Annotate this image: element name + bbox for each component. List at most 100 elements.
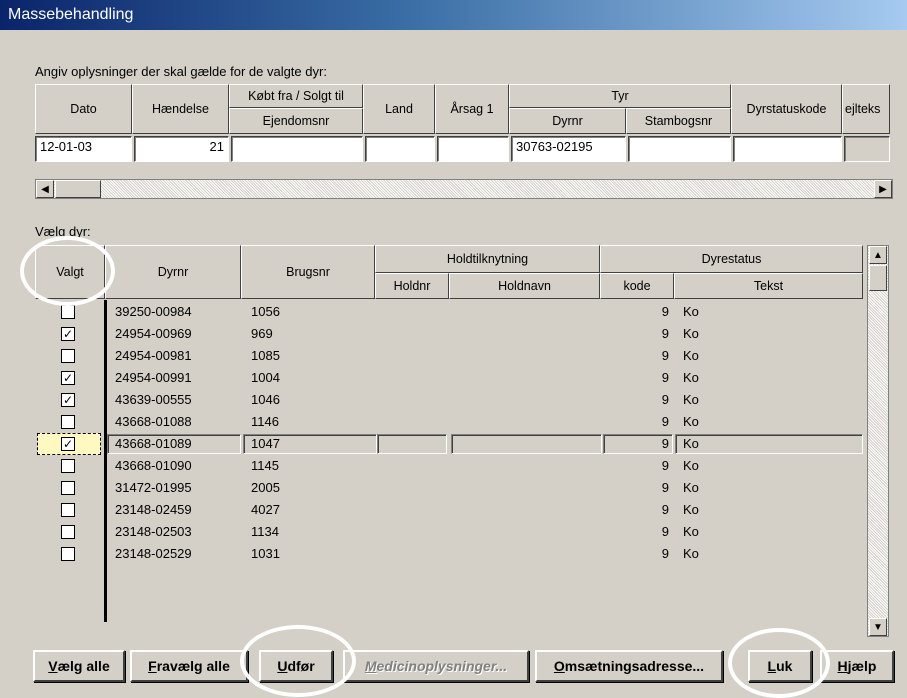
medicin-accel: M: [364, 658, 377, 674]
header-kobt-solgt: Købt fra / Solgt til: [229, 84, 363, 108]
table-row[interactable]: 23148-02459 4027 9 Ko: [35, 499, 863, 521]
scroll-left-icon[interactable]: ◀: [36, 180, 54, 198]
stambogsnr-input[interactable]: [628, 136, 731, 162]
scroll-down-icon[interactable]: ▼: [869, 618, 887, 636]
row-checkbox[interactable]: [61, 415, 75, 429]
header-tyr-dyrnr: Dyrnr: [509, 108, 626, 134]
row-checkbox[interactable]: [61, 305, 75, 319]
table-row[interactable]: 31472-01995 2005 9 Ko: [35, 477, 863, 499]
fravaelg-alle-button[interactable]: Fravælg alle: [130, 650, 248, 682]
udfoer-button[interactable]: Udfør: [259, 650, 333, 682]
row-checkbox[interactable]: [61, 349, 75, 363]
header-brugsnr[interactable]: Brugsnr: [241, 245, 375, 299]
hjaelp-button[interactable]: Hjælp: [820, 650, 894, 682]
row-checkbox[interactable]: ✓: [61, 371, 75, 385]
row-checkbox[interactable]: ✓: [61, 327, 75, 341]
luk-button[interactable]: Luk: [748, 650, 812, 682]
row-dyrnr: 43639-00555: [115, 392, 192, 407]
row-checkbox[interactable]: [61, 459, 75, 473]
table-row[interactable]: 43668-01088 1146 9 Ko: [35, 411, 863, 433]
table-row[interactable]: ✓ 24954-00991 1004 9 Ko: [35, 367, 863, 389]
vaelg-alle-accel: V: [48, 658, 58, 674]
vertical-scrollbar[interactable]: ▲ ▼: [867, 245, 889, 637]
row-checkbox[interactable]: [61, 481, 75, 495]
omsaetning-accel: O: [553, 658, 565, 674]
header-aarsag: Årsag 1: [435, 84, 509, 134]
header-kode[interactable]: kode: [600, 273, 674, 299]
fravaelg-alle-accel: F: [148, 658, 157, 674]
row-tekst: Ko: [683, 348, 699, 363]
row-tekst: Ko: [683, 326, 699, 341]
row-brugsnr: 1047: [251, 436, 280, 451]
ejltekst-input[interactable]: [844, 136, 890, 162]
row-brugsnr: 1085: [251, 348, 280, 363]
row-dyrnr: 43668-01090: [115, 458, 192, 473]
header-ejltekst: ejlteks: [842, 84, 890, 134]
row-brugsnr: 1145: [251, 458, 279, 473]
row-kode: 9: [661, 480, 669, 495]
row-checkbox[interactable]: [61, 503, 75, 517]
table-row[interactable]: 23148-02529 1031 9 Ko: [35, 543, 863, 565]
vertical-scroll-thumb[interactable]: [869, 265, 887, 291]
row-dyrnr: 24954-00969: [115, 326, 192, 341]
header-dato: Dato: [35, 84, 132, 134]
hjaelp-accel: H: [837, 658, 848, 674]
scroll-right-icon[interactable]: ▶: [874, 180, 892, 198]
row-dyrnr: 23148-02503: [115, 524, 192, 539]
row-dyrnr: 24954-00991: [115, 370, 192, 385]
horizontal-scroll-thumb[interactable]: [55, 180, 101, 198]
table-row[interactable]: ✓ 43668-01089 1047 9 Ko: [35, 433, 863, 455]
luk-accel: L: [767, 658, 777, 674]
row-tekst: Ko: [683, 480, 699, 495]
table-row[interactable]: ✓ 43639-00555 1046 9 Ko: [35, 389, 863, 411]
dyrstatuskode-input[interactable]: [733, 136, 842, 162]
row-kode: 9: [661, 370, 669, 385]
haendelse-input[interactable]: 21: [134, 136, 229, 162]
row-checkbox[interactable]: ✓: [61, 437, 75, 451]
omsaetningsadresse-button[interactable]: Omsætningsadresse...: [535, 650, 723, 682]
header-tekst[interactable]: Tekst: [674, 273, 863, 299]
table-row[interactable]: 23148-02503 1134 9 Ko: [35, 521, 863, 543]
row-dyrnr: 24954-00981: [115, 348, 192, 363]
row-checkbox[interactable]: ✓: [61, 393, 75, 407]
row-dyrnr: 23148-02529: [115, 546, 192, 561]
row-tekst: Ko: [683, 304, 699, 319]
header-list-dyrnr[interactable]: Dyrnr: [105, 245, 241, 299]
header-stambogsnr: Stambogsnr: [626, 108, 731, 134]
vaelg-alle-button[interactable]: Vælg alle: [33, 650, 125, 682]
scroll-up-icon[interactable]: ▲: [869, 246, 887, 264]
aarsag-input[interactable]: [437, 136, 509, 162]
dato-input[interactable]: 12-01-03: [35, 136, 132, 162]
tyr-dyrnr-input[interactable]: 30763-02195: [511, 136, 626, 162]
row-brugsnr: 1046: [251, 392, 280, 407]
ejendomsnr-input[interactable]: [231, 136, 363, 162]
table-row[interactable]: 24954-00981 1085 9 Ko: [35, 345, 863, 367]
header-holdnr[interactable]: Holdnr: [375, 273, 449, 299]
header-dyrestatus: Dyrestatus: [600, 245, 863, 273]
header-dyrstatuskode: Dyrstatuskode: [731, 84, 842, 134]
table-row[interactable]: ✓ 24954-00969 969 9 Ko: [35, 323, 863, 345]
row-tekst: Ko: [683, 370, 699, 385]
header-valgt[interactable]: Valgt: [35, 245, 105, 299]
table-row[interactable]: 43668-01090 1145 9 Ko: [35, 455, 863, 477]
selected-cell-box: [675, 434, 863, 454]
header-land: Land: [363, 84, 435, 134]
row-dyrnr: 43668-01088: [115, 414, 192, 429]
land-input[interactable]: [365, 136, 435, 162]
row-brugsnr: 1056: [251, 304, 280, 319]
header-holdnavn[interactable]: Holdnavn: [449, 273, 600, 299]
row-tekst: Ko: [683, 392, 699, 407]
row-kode: 9: [661, 458, 669, 473]
row-tekst: Ko: [683, 458, 699, 473]
udfoer-accel: U: [277, 658, 288, 674]
row-dyrnr: 23148-02459: [115, 502, 192, 517]
table-row[interactable]: 39250-00984 1056 9 Ko: [35, 301, 863, 323]
row-brugsnr: 1031: [251, 546, 280, 561]
row-checkbox[interactable]: [61, 525, 75, 539]
udfoer-label: dfør: [287, 658, 315, 674]
medicinoplysninger-button[interactable]: Medicinoplysninger...: [343, 650, 529, 682]
row-kode: 9: [661, 326, 669, 341]
row-kode: 9: [661, 436, 669, 451]
row-checkbox[interactable]: [61, 547, 75, 561]
horizontal-scrollbar[interactable]: ◀ ▶: [35, 179, 893, 199]
